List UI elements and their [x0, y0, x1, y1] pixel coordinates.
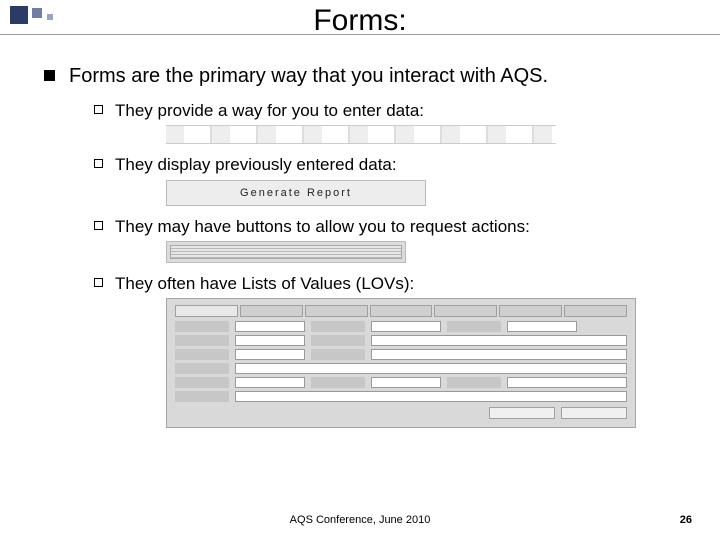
page-number: 26 [680, 514, 692, 526]
form-row-graphic [166, 125, 556, 144]
hollow-square-bullet-icon [94, 278, 103, 287]
lov-form-graphic [166, 298, 636, 428]
generate-report-button-graphic: Generate Report [166, 180, 426, 206]
bullet1-text: Forms are the primary way that you inter… [69, 64, 548, 88]
slide-title: Forms: [44, 0, 676, 38]
hollow-square-bullet-icon [94, 221, 103, 230]
footer-text: AQS Conference, June 2010 [0, 514, 720, 526]
sub-bullet: They provide a way for you to enter data… [94, 100, 676, 121]
sub-b-text: They display previously entered data: [115, 154, 397, 175]
sub-c-text: They may have buttons to allow you to re… [115, 216, 530, 237]
sub-bullet: They display previously entered data: [94, 154, 676, 175]
sub-bullet: They often have Lists of Values (LOVs): [94, 273, 676, 294]
hollow-square-bullet-icon [94, 105, 103, 114]
bullet-level1: Forms are the primary way that you inter… [44, 64, 676, 88]
square-bullet-icon [44, 70, 55, 81]
hollow-square-bullet-icon [94, 159, 103, 168]
actions-bar-graphic [166, 241, 406, 263]
sub-a-text: They provide a way for you to enter data… [115, 100, 424, 121]
sub-d-text: They often have Lists of Values (LOVs): [115, 273, 414, 294]
sub-bullet: They may have buttons to allow you to re… [94, 216, 676, 237]
